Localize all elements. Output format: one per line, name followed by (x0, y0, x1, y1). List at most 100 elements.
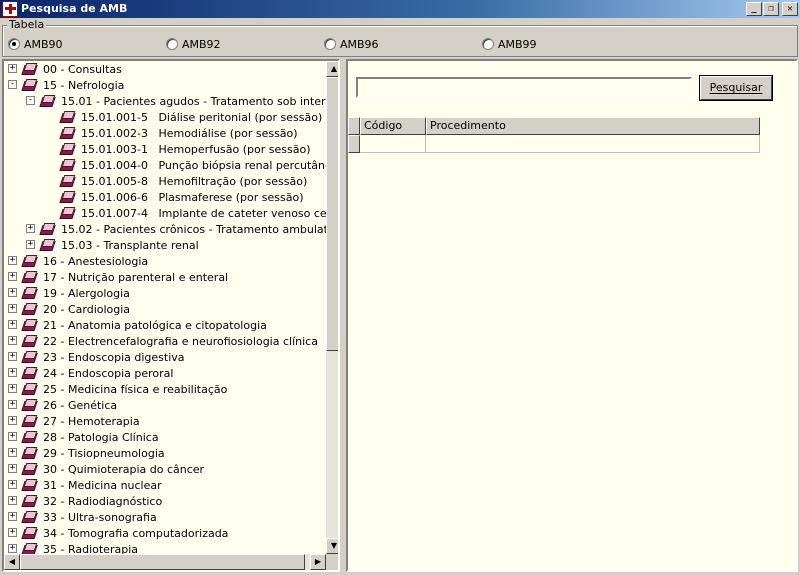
book-icon (21, 414, 38, 428)
close-button[interactable]: ✕ (782, 2, 798, 16)
tree-node[interactable]: +15.03 - Transplante renal (4, 237, 201, 253)
window-title: Pesquisa de AMB (21, 2, 128, 15)
expand-icon[interactable]: + (8, 432, 17, 441)
grid-cell-procedimento[interactable] (426, 135, 760, 153)
radio-amb96[interactable]: AMB96 (324, 37, 379, 51)
amb-tree[interactable]: +00 - Consultas -15 - Nefrologia -15.01 - … (2, 59, 340, 572)
tree-node[interactable]: 15.01.006-6 Plasmaferese (por sessão) (4, 189, 306, 205)
minimize-button[interactable]: _ (746, 2, 762, 16)
tree-node[interactable]: +33 - Ultra-sonografia (4, 509, 159, 525)
tree-node[interactable]: 15.01.005-8 Hemofiltração (por sessão) (4, 173, 309, 189)
expand-icon[interactable]: + (26, 240, 35, 249)
expand-icon[interactable]: + (8, 320, 17, 329)
book-icon (21, 350, 38, 364)
tree-node-label: 33 - Ultra-sonografia (43, 510, 157, 524)
tree-node-label: 15 - Nefrologia (43, 78, 125, 92)
radio-circle-icon (8, 38, 20, 50)
collapse-icon[interactable]: - (26, 96, 35, 105)
expand-icon[interactable]: + (8, 368, 17, 377)
expand-icon[interactable]: + (8, 256, 17, 265)
tree-node[interactable]: +20 - Cardiologia (4, 301, 132, 317)
tree-node[interactable]: 15.01.003-1 Hemoperfusão (por sessão) (4, 141, 313, 157)
scroll-left-button[interactable]: ◀ (4, 554, 20, 570)
expand-icon[interactable]: + (8, 336, 17, 345)
tree-node-label: 24 - Endoscopia peroral (43, 366, 174, 380)
radio-amb99[interactable]: AMB99 (482, 37, 537, 51)
expand-icon[interactable]: + (8, 512, 17, 521)
scroll-right-button[interactable]: ▶ (310, 554, 326, 570)
tree-node[interactable]: +29 - Tisiopneumologia (4, 445, 167, 461)
book-icon (21, 270, 38, 284)
tree-horizontal-scrollbar[interactable]: ◀ ▶ (4, 554, 326, 570)
tree-node-label: 28 - Patologia Clínica (43, 430, 159, 444)
expand-icon[interactable]: + (8, 272, 17, 281)
expand-icon[interactable]: + (8, 448, 17, 457)
tree-node[interactable]: +23 - Endoscopia digestiva (4, 349, 187, 365)
column-header-procedimento[interactable]: Procedimento (426, 117, 760, 135)
expand-icon[interactable]: + (8, 496, 17, 505)
radio-amb92[interactable]: AMB92 (166, 37, 221, 51)
tree-node[interactable]: +21 - Anatomia patológica e citopatologi… (4, 317, 269, 333)
tree-node[interactable]: - 15 - Nefrologia (4, 77, 126, 93)
tree-node-label: 31 - Medicina nuclear (43, 478, 162, 492)
book-icon (39, 238, 56, 252)
tree-node[interactable]: 15.01.002-3 Hemodiálise (por sessão) (4, 125, 300, 141)
expand-icon[interactable]: + (8, 544, 17, 553)
tree-node[interactable]: 15.01.004-0 Punção biópsia renal percutâ… (4, 157, 338, 173)
radio-amb90[interactable]: AMB90 (8, 37, 63, 51)
tree-node[interactable]: +30 - Quimioterapia do câncer (4, 461, 206, 477)
expand-icon[interactable]: + (8, 384, 17, 393)
tree-node[interactable]: +26 - Genética (4, 397, 119, 413)
tree-node[interactable]: +27 - Hemoterapia (4, 413, 142, 429)
expand-icon[interactable]: + (8, 528, 17, 537)
expand-icon[interactable]: + (8, 416, 17, 425)
expand-icon[interactable]: + (8, 288, 17, 297)
tree-node[interactable]: +15.02 - Pacientes crônicos - Tratamento… (4, 221, 338, 237)
restore-button[interactable]: ❐ (763, 2, 779, 16)
tree-node-label: 15.01.003-1 Hemoperfusão (por sessão) (81, 142, 311, 156)
scroll-thumb[interactable] (326, 77, 338, 351)
tree-node-label: 23 - Endoscopia digestiva (43, 350, 185, 364)
tree-node[interactable]: 15.01.001-5 Diálise peritonial (por sess… (4, 109, 324, 125)
tree-node[interactable]: +31 - Medicina nuclear (4, 477, 164, 493)
grid-cell-codigo[interactable] (360, 135, 426, 153)
book-icon (59, 126, 76, 140)
tree-node[interactable]: +32 - Radiodiagnóstico (4, 493, 164, 509)
tree-node-label: 19 - Alergologia (43, 286, 130, 300)
tree-node[interactable]: +16 - Anestesiologia (4, 253, 150, 269)
radio-circle-icon (482, 38, 494, 50)
tree-node-label: 30 - Quimioterapia do câncer (43, 462, 205, 476)
scroll-up-button[interactable]: ▲ (326, 61, 338, 77)
search-button[interactable]: Pesquisar (700, 76, 772, 100)
tree-node[interactable]: 15.01.007-4 Implante de cateter venoso c… (4, 205, 338, 221)
hscroll-thumb[interactable] (20, 554, 305, 570)
expand-icon[interactable]: + (8, 464, 17, 473)
book-icon (59, 190, 76, 204)
tree-node[interactable]: +34 - Tomografia computadorizada (4, 525, 230, 541)
expand-icon[interactable]: + (8, 400, 17, 409)
app-icon[interactable] (2, 1, 18, 17)
tree-node[interactable]: +17 - Nutrição parenteral e enteral (4, 269, 230, 285)
search-input[interactable] (356, 77, 692, 98)
tree-node[interactable]: +19 - Alergologia (4, 285, 132, 301)
expand-icon[interactable]: + (8, 352, 17, 361)
tree-node-label: 15.01.007-4 Implante de cateter venoso c… (81, 206, 338, 220)
tree-node-label: 20 - Cardiologia (43, 302, 131, 316)
tabela-groupbox (2, 25, 798, 57)
expand-icon[interactable]: + (8, 480, 17, 489)
tree-node[interactable]: +28 - Patologia Clínica (4, 429, 161, 445)
tree-node[interactable]: - 15.01 - Pacientes agudos - Tratamento s… (4, 93, 338, 109)
book-icon (21, 318, 38, 332)
tree-vertical-scrollbar[interactable]: ▲ ▼ (326, 61, 338, 554)
tree-node[interactable]: +24 - Endoscopia peroral (4, 365, 175, 381)
scroll-down-button[interactable]: ▼ (326, 538, 338, 554)
tree-node[interactable]: +22 - Electrencefalografia e neurofiosio… (4, 333, 320, 349)
tree-node[interactable]: +25 - Medicina física e reabilitação (4, 381, 229, 397)
results-grid[interactable]: Código Procedimento (348, 117, 760, 157)
expand-icon[interactable]: + (26, 224, 35, 233)
column-header-codigo[interactable]: Código (360, 117, 426, 135)
expand-icon[interactable]: + (8, 304, 17, 313)
collapse-icon[interactable]: - (8, 80, 17, 89)
expand-icon[interactable]: + (8, 64, 17, 73)
tree-node[interactable]: +00 - Consultas (4, 61, 124, 77)
